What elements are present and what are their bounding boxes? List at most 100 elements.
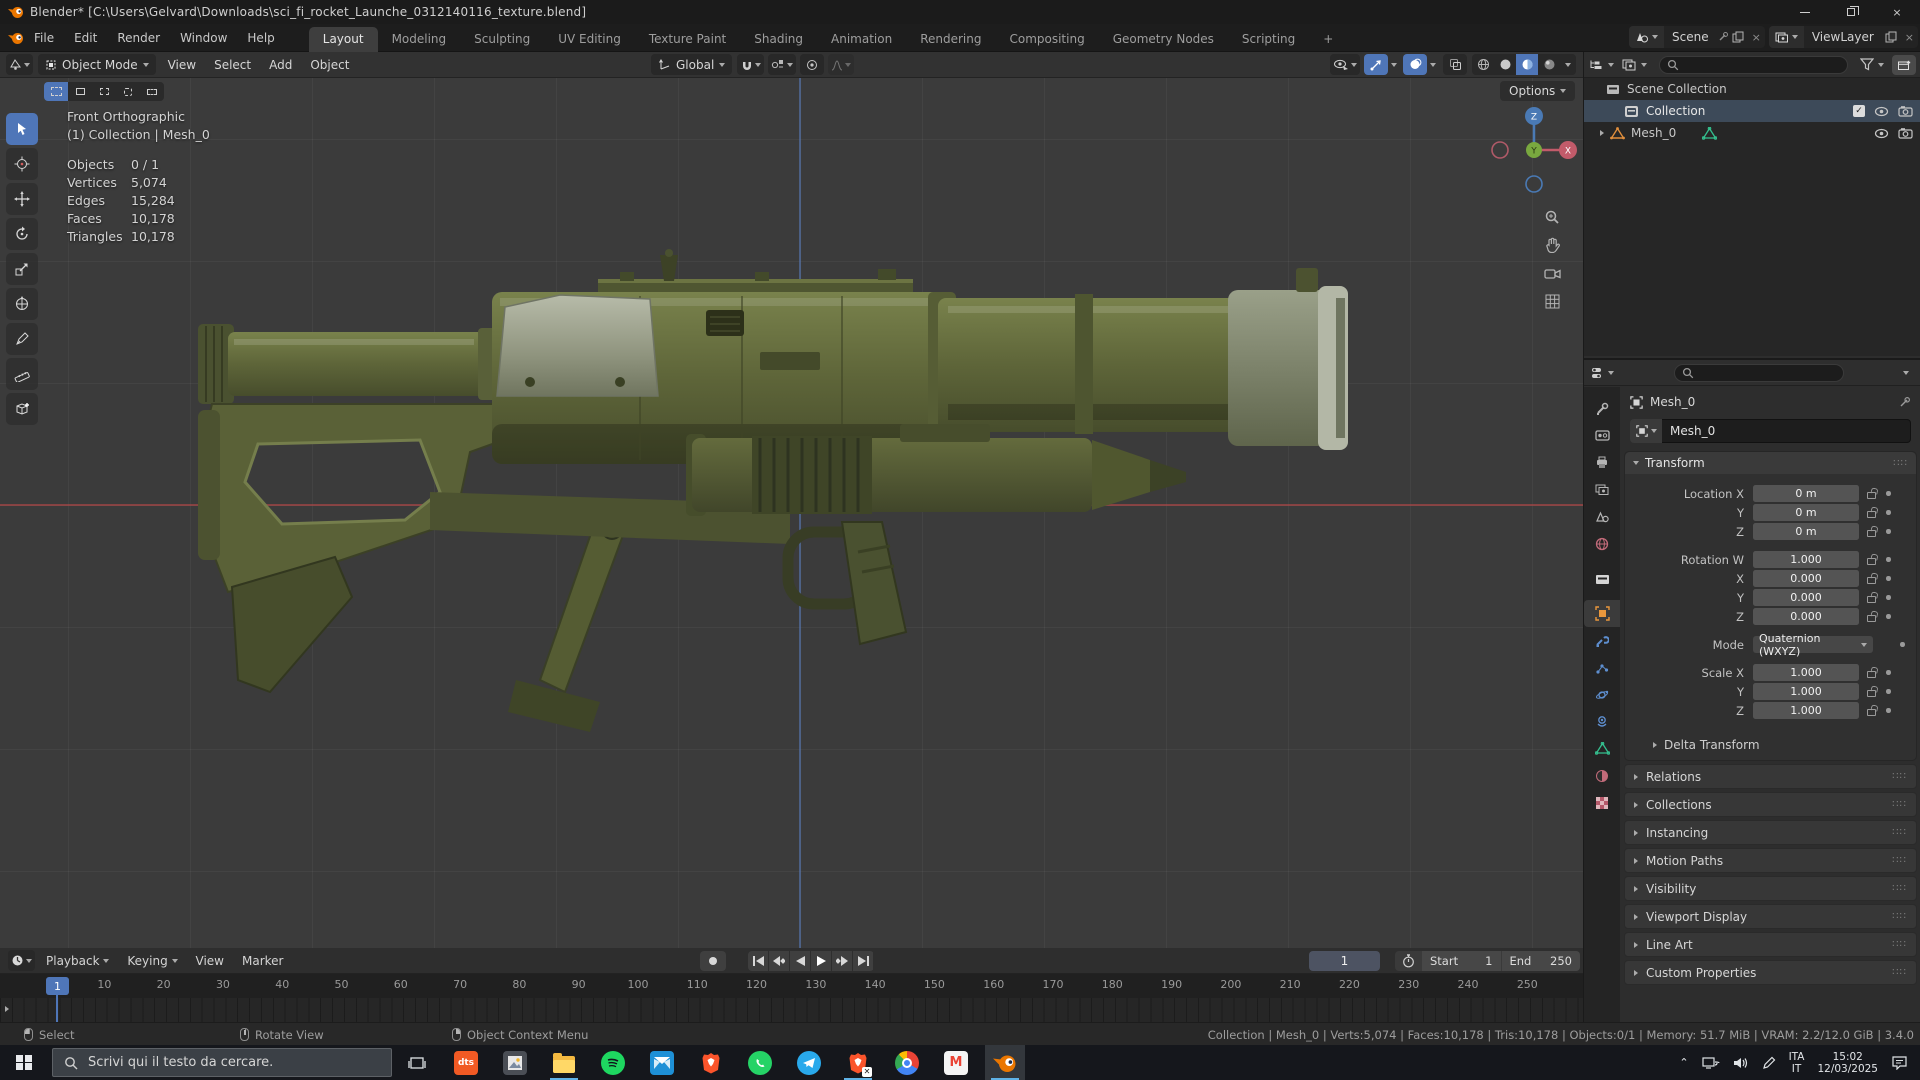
panel-grip[interactable]: ∷∷ <box>1893 458 1908 469</box>
animate-dot[interactable] <box>1886 557 1891 562</box>
remove-viewlayer-icon[interactable]: × <box>1901 31 1918 44</box>
zoom-icon[interactable] <box>1541 206 1563 228</box>
outliner-search[interactable] <box>1659 55 1848 74</box>
outliner-editor-icon[interactable] <box>1589 58 1604 71</box>
new-collection-button[interactable] <box>1892 54 1916 75</box>
lock-icon[interactable] <box>1867 529 1876 537</box>
animate-dot[interactable] <box>1886 510 1891 515</box>
use-preview-range-button[interactable] <box>1395 953 1421 968</box>
tab-scripting[interactable]: Scripting <box>1228 27 1309 52</box>
panel-grip[interactable]: ∷∷ <box>1892 799 1907 810</box>
ptab-object-data[interactable] <box>1584 735 1620 762</box>
value-field[interactable]: 0.000 <box>1753 607 1859 625</box>
object-name-icon-dropdown[interactable] <box>1630 419 1662 443</box>
lock-icon[interactable] <box>1867 614 1876 622</box>
ptab-render[interactable] <box>1584 422 1620 449</box>
lock-icon[interactable] <box>1867 576 1876 584</box>
taskbar-app-whatsapp[interactable] <box>740 1045 780 1080</box>
taskbar-app-blender[interactable] <box>985 1045 1025 1080</box>
rocket-launcher-model[interactable] <box>0 52 1583 948</box>
viewlayer-selector[interactable]: ViewLayer × <box>1768 26 1918 48</box>
taskbar-app-brave[interactable] <box>691 1045 731 1080</box>
language-indicator[interactable]: ITA IT <box>1789 1051 1805 1075</box>
end-frame-field[interactable]: End 250 <box>1501 950 1580 971</box>
tool-rotate[interactable] <box>6 218 38 250</box>
value-field[interactable]: 1.000 <box>1753 663 1859 681</box>
ptab-world[interactable] <box>1584 530 1620 557</box>
ptab-object[interactable] <box>1584 600 1620 627</box>
new-scene-icon[interactable] <box>1732 31 1745 43</box>
menu-help[interactable]: Help <box>237 24 284 52</box>
select-mode-intersect[interactable] <box>140 82 164 101</box>
menu-window[interactable]: Window <box>170 24 237 52</box>
next-keyframe-button[interactable] <box>832 950 852 971</box>
panel-line-art[interactable]: Line Art ∷∷ <box>1624 932 1917 957</box>
task-view-button[interactable] <box>404 1051 430 1074</box>
tool-select-box[interactable] <box>6 113 38 145</box>
taskbar-app-gmail[interactable]: M <box>936 1045 976 1080</box>
notifications-icon[interactable] <box>1891 1055 1908 1070</box>
panel-grip[interactable]: ∷∷ <box>1892 967 1907 978</box>
ptab-constraints[interactable] <box>1584 708 1620 735</box>
filter-icon[interactable] <box>1860 58 1874 71</box>
ptab-tool[interactable] <box>1584 395 1620 422</box>
frame-ruler[interactable]: 1 10 20 30 40 50 60 70 80 90 100 110 120 130 140 150 16… <box>0 974 1583 998</box>
rotation-mode-dropdown[interactable]: Quaternion (WXYZ) <box>1753 632 1873 658</box>
tab-layout[interactable]: Layout <box>308 26 378 52</box>
restore-button[interactable] <box>1828 0 1874 24</box>
panel-grip[interactable]: ∷∷ <box>1892 771 1907 782</box>
select-mode-subtract[interactable] <box>92 82 116 101</box>
tab-modeling[interactable]: Modeling <box>378 27 461 52</box>
current-frame-field[interactable]: 1 <box>1309 950 1380 971</box>
taskbar-app-telegram[interactable] <box>789 1045 829 1080</box>
scene-selector[interactable]: Scene × <box>1629 26 1765 48</box>
hide-eye-icon[interactable] <box>1874 128 1889 139</box>
unlink-scene-icon[interactable]: × <box>1748 31 1765 44</box>
taskbar-app-chrome[interactable] <box>887 1045 927 1080</box>
panel-motion-paths[interactable]: Motion Paths ∷∷ <box>1624 848 1917 873</box>
collection-checkbox[interactable]: ✓ <box>1853 105 1865 117</box>
panel-grip[interactable]: ∷∷ <box>1892 939 1907 950</box>
ptab-texture[interactable] <box>1584 789 1620 816</box>
value-field[interactable]: 0 m <box>1753 503 1859 521</box>
close-button[interactable]: × <box>1874 0 1920 24</box>
tray-chevron-up-icon[interactable]: ⌃ <box>1679 1056 1688 1069</box>
taskbar-app-photos[interactable] <box>495 1045 535 1080</box>
navigation-gizmo[interactable]: Z X Y <box>1486 102 1582 198</box>
ptab-physics[interactable] <box>1584 681 1620 708</box>
minimize-button[interactable] <box>1782 0 1828 24</box>
expand-icon[interactable] <box>1600 130 1604 136</box>
lock-icon[interactable] <box>1867 491 1876 499</box>
tool-annotate[interactable] <box>6 323 38 355</box>
lock-icon[interactable] <box>1867 708 1876 716</box>
value-field[interactable]: 0 m <box>1753 484 1859 502</box>
panel-grip[interactable]: ∷∷ <box>1892 827 1907 838</box>
lock-icon[interactable] <box>1867 595 1876 603</box>
panel-relations[interactable]: Relations ∷∷ <box>1624 764 1917 789</box>
options-button[interactable]: Options <box>1500 81 1576 101</box>
ortho-grid-icon[interactable] <box>1541 290 1563 312</box>
ptab-view-layer[interactable] <box>1584 476 1620 503</box>
tool-transform[interactable] <box>6 288 38 320</box>
panel-grip[interactable]: ∷∷ <box>1892 855 1907 866</box>
tab--[interactable]: + <box>1309 27 1347 52</box>
tab-texture-paint[interactable]: Texture Paint <box>635 27 740 52</box>
select-mode-new[interactable] <box>44 82 68 101</box>
gizmo-minus-x[interactable] <box>1491 141 1509 159</box>
animate-dot[interactable] <box>1886 670 1891 675</box>
clock[interactable]: 15:02 12/03/2025 <box>1817 1051 1878 1075</box>
panel-grip[interactable]: ∷∷ <box>1892 911 1907 922</box>
jump-to-start-button[interactable] <box>748 950 768 971</box>
gizmo-minus-z[interactable] <box>1525 175 1543 193</box>
ptab-scene[interactable] <box>1584 503 1620 530</box>
properties-editor-icon[interactable] <box>1590 366 1605 380</box>
app-menu-blender-icon[interactable] <box>8 30 24 46</box>
lock-icon[interactable] <box>1867 557 1876 565</box>
play-button[interactable] <box>811 950 831 971</box>
tab-rendering[interactable]: Rendering <box>906 27 995 52</box>
object-name-input[interactable]: Mesh_0 <box>1662 419 1911 443</box>
value-field[interactable]: 1.000 <box>1753 682 1859 700</box>
panel-visibility[interactable]: Visibility ∷∷ <box>1624 876 1917 901</box>
select-mode-extend[interactable] <box>68 82 92 101</box>
ptab-collection[interactable] <box>1584 565 1620 592</box>
